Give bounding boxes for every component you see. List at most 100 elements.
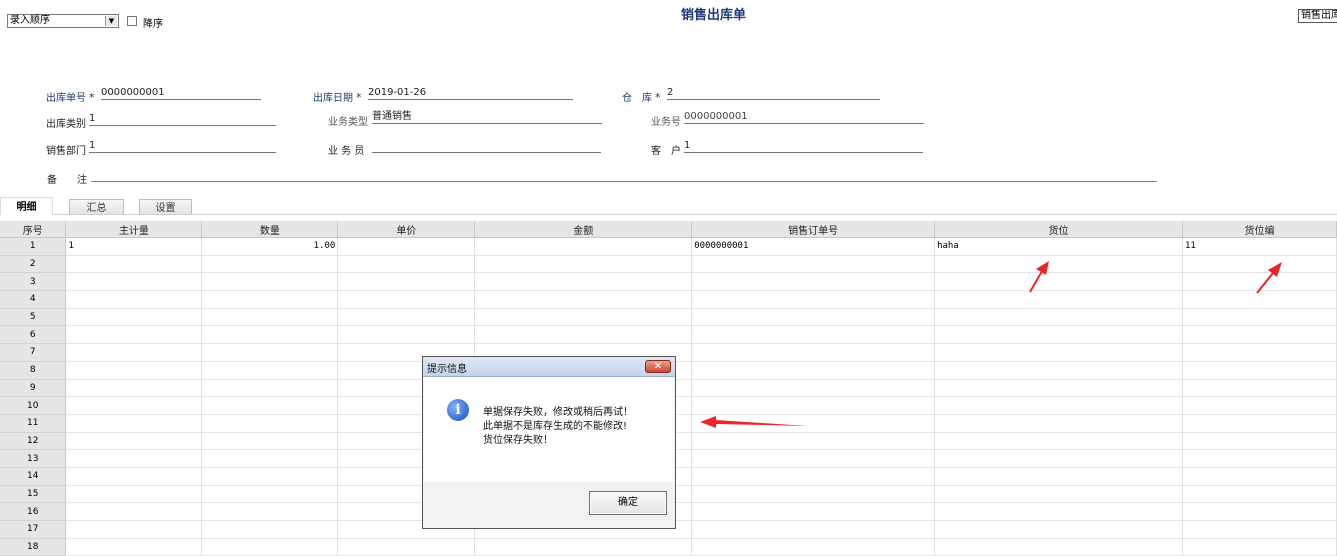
grid-cell[interactable] <box>65 502 203 521</box>
grid-cell[interactable] <box>691 432 936 451</box>
column-header[interactable]: 货位 <box>934 221 1183 238</box>
grid-cell[interactable] <box>337 237 476 256</box>
grid-cell[interactable] <box>1182 272 1337 292</box>
grid-cell[interactable] <box>691 361 936 380</box>
column-header[interactable]: 金额 <box>474 221 693 238</box>
column-header[interactable]: 货位编 <box>1182 221 1337 238</box>
grid-cell[interactable] <box>65 520 203 539</box>
customer-field[interactable]: 1 <box>684 140 923 153</box>
warehouse-field[interactable]: 2 <box>667 87 880 100</box>
grid-cell[interactable] <box>1182 485 1337 504</box>
grid-cell[interactable] <box>691 538 936 556</box>
top-right-field[interactable]: 销售出库 <box>1298 9 1337 23</box>
grid-cell[interactable] <box>201 361 339 380</box>
grid-cell[interactable] <box>201 396 339 415</box>
grid-cell[interactable] <box>65 272 203 292</box>
grid-cell[interactable] <box>201 414 339 433</box>
grid-cell[interactable] <box>474 272 693 292</box>
grid-cell[interactable] <box>337 255 476 274</box>
grid-cell[interactable] <box>474 290 693 309</box>
date-field[interactable]: 2019-01-26 <box>368 87 573 100</box>
table-row[interactable]: 6 <box>0 325 1337 345</box>
grid-cell[interactable]: 1 <box>65 237 203 256</box>
grid-cell[interactable] <box>337 538 476 556</box>
grid-cell[interactable] <box>201 343 339 362</box>
grid-cell[interactable] <box>691 520 936 539</box>
grid-cell[interactable] <box>1182 379 1337 398</box>
grid-cell[interactable] <box>337 308 476 327</box>
clerk-field[interactable] <box>372 140 601 153</box>
grid-cell[interactable] <box>474 325 693 345</box>
close-icon[interactable]: ✕ <box>645 360 671 373</box>
grid-cell[interactable] <box>691 325 936 345</box>
grid-cell[interactable] <box>201 520 339 539</box>
grid-cell[interactable] <box>934 467 1183 486</box>
grid-cell[interactable] <box>201 290 339 309</box>
grid-cell[interactable] <box>934 361 1183 380</box>
grid-cell[interactable] <box>691 449 936 468</box>
grid-cell[interactable] <box>691 272 936 292</box>
grid-cell[interactable] <box>65 343 203 362</box>
order-no-field[interactable]: 0000000001 <box>101 87 261 100</box>
grid-cell[interactable] <box>691 485 936 504</box>
grid-cell[interactable]: 1.00 <box>201 237 339 256</box>
grid-cell[interactable]: haha <box>934 237 1183 256</box>
grid-cell[interactable] <box>934 432 1183 451</box>
grid-cell[interactable] <box>691 343 936 362</box>
ok-button[interactable]: 确定 <box>589 491 667 515</box>
grid-cell[interactable] <box>474 237 693 256</box>
grid-cell[interactable] <box>65 379 203 398</box>
grid-cell[interactable] <box>474 255 693 274</box>
grid-cell[interactable] <box>65 255 203 274</box>
grid-cell[interactable] <box>65 467 203 486</box>
category-field[interactable]: 1 <box>89 113 276 126</box>
grid-cell[interactable] <box>691 255 936 274</box>
grid-cell[interactable] <box>1182 361 1337 380</box>
table-row[interactable]: 18 <box>0 538 1337 556</box>
grid-cell[interactable] <box>201 255 339 274</box>
grid-cell[interactable] <box>474 538 693 556</box>
table-row[interactable]: 4 <box>0 290 1337 309</box>
grid-cell[interactable] <box>691 414 936 433</box>
grid-cell[interactable] <box>691 467 936 486</box>
grid-cell[interactable] <box>65 449 203 468</box>
grid-cell[interactable]: 0000000001 <box>691 237 936 256</box>
grid-cell[interactable] <box>691 379 936 398</box>
tab-settings[interactable]: 设置 <box>139 199 192 215</box>
grid-cell[interactable] <box>1182 432 1337 451</box>
grid-cell[interactable] <box>934 308 1183 327</box>
grid-cell[interactable] <box>1182 255 1337 274</box>
table-row[interactable]: 1 1 1.00 0000000001 haha 11 <box>0 237 1337 256</box>
grid-cell[interactable] <box>934 449 1183 468</box>
grid-cell[interactable] <box>65 414 203 433</box>
grid-cell[interactable] <box>337 272 476 292</box>
grid-cell[interactable] <box>691 502 936 521</box>
grid-cell[interactable] <box>934 520 1183 539</box>
grid-cell[interactable] <box>934 325 1183 345</box>
table-row[interactable]: 3 <box>0 272 1337 292</box>
grid-cell[interactable] <box>337 325 476 345</box>
grid-cell[interactable] <box>65 396 203 415</box>
grid-cell[interactable]: 11 <box>1182 237 1337 256</box>
grid-cell[interactable] <box>1182 502 1337 521</box>
grid-cell[interactable] <box>201 467 339 486</box>
tab-detail[interactable]: 明细 <box>0 197 53 215</box>
column-header[interactable]: 数量 <box>201 221 339 238</box>
grid-cell[interactable] <box>934 502 1183 521</box>
grid-cell[interactable] <box>201 449 339 468</box>
grid-cell[interactable] <box>201 502 339 521</box>
grid-cell[interactable] <box>65 485 203 504</box>
grid-cell[interactable] <box>201 308 339 327</box>
column-header[interactable]: 主计量 <box>65 221 203 238</box>
remark-field[interactable] <box>91 169 1157 182</box>
grid-cell[interactable] <box>691 396 936 415</box>
grid-cell[interactable] <box>1182 467 1337 486</box>
grid-cell[interactable] <box>934 290 1183 309</box>
grid-cell[interactable] <box>474 308 693 327</box>
grid-cell[interactable] <box>65 325 203 345</box>
grid-cell[interactable] <box>1182 396 1337 415</box>
table-row[interactable]: 5 <box>0 308 1337 327</box>
grid-cell[interactable] <box>65 538 203 556</box>
grid-cell[interactable] <box>934 272 1183 292</box>
grid-cell[interactable] <box>1182 325 1337 345</box>
